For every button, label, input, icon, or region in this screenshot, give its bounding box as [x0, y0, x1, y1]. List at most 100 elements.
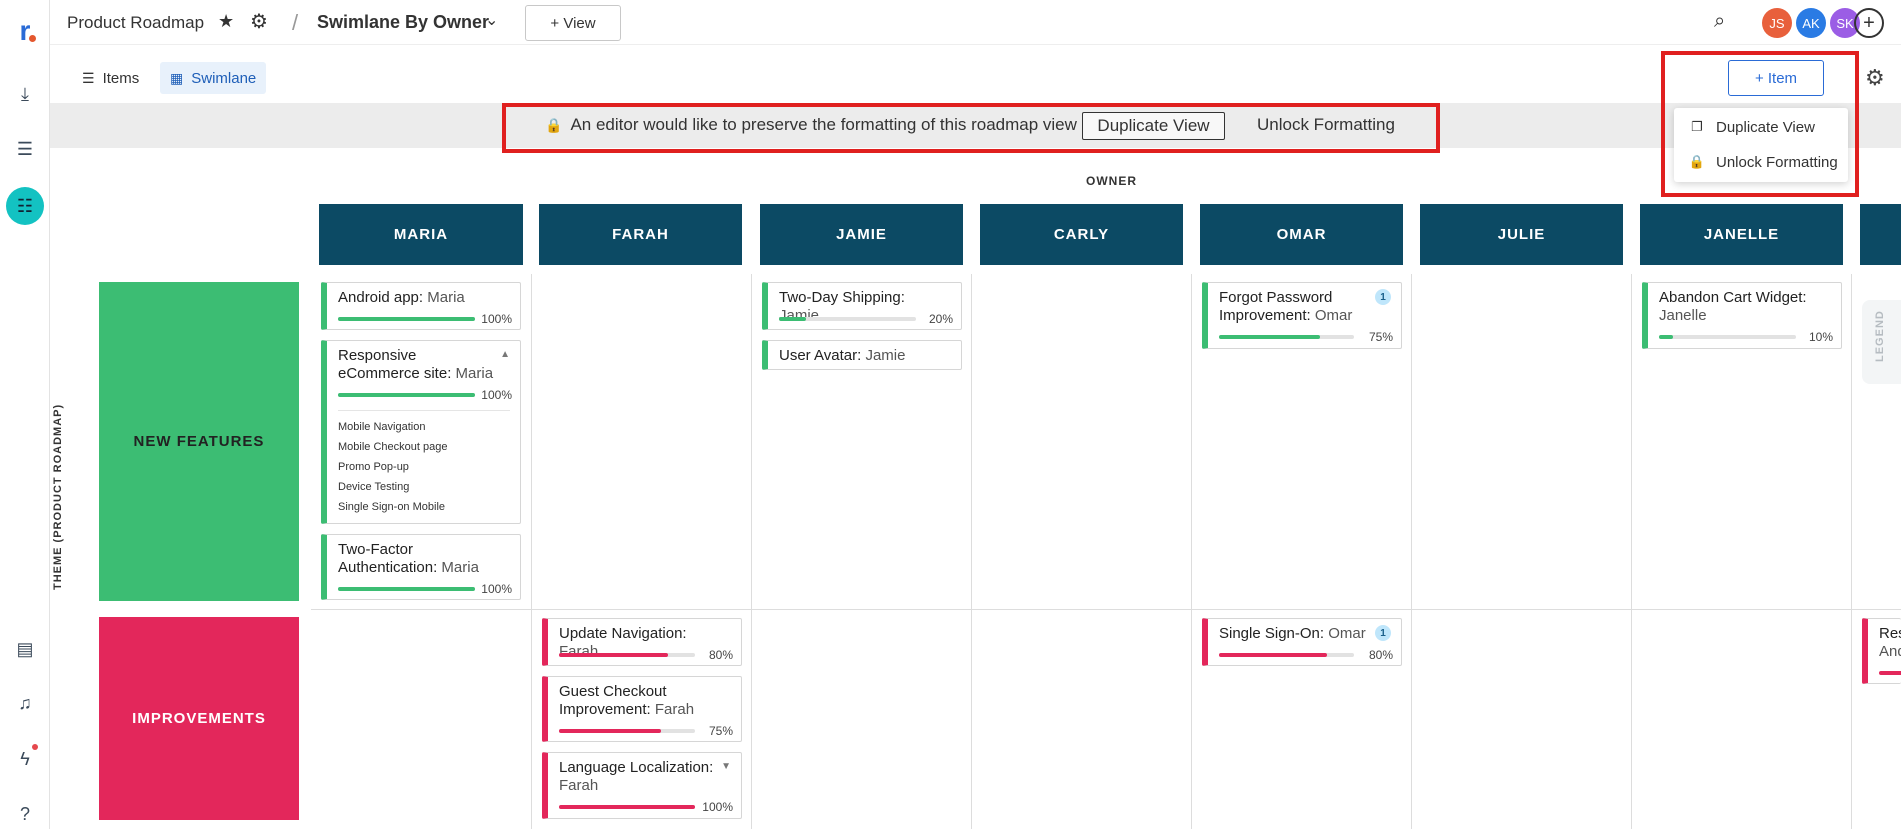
progress-bar — [1219, 653, 1354, 657]
progress-text: 100% — [481, 312, 512, 326]
roadmap-icon[interactable]: ☷ — [6, 187, 44, 225]
card-responsive-ecommerce[interactable]: Responsive eCommerce site: Maria ▲ 100% … — [321, 340, 521, 524]
avatar[interactable]: AK — [1796, 8, 1826, 38]
column-divider — [1411, 274, 1412, 829]
bell-icon[interactable]: ♫ — [10, 688, 40, 718]
column-header-maria[interactable]: MARIA — [319, 204, 523, 265]
card-guest-checkout[interactable]: Guest Checkout Improvement: Farah 75% — [542, 676, 742, 742]
card-title: User Avatar: Jamie — [779, 347, 906, 364]
sub-item[interactable]: Single Sign-on Mobile — [338, 497, 510, 517]
search-icon[interactable]: ⌕ — [1714, 10, 1725, 33]
column-header-farah[interactable]: FARAH — [539, 204, 742, 265]
star-icon[interactable]: ★ — [218, 11, 234, 32]
progress-bar — [779, 317, 916, 321]
card-language-localization[interactable]: Language Localization: Farah ▼ 100% — [542, 752, 742, 819]
logo-icon[interactable]: r — [10, 15, 40, 46]
breadcrumb-separator: / — [292, 10, 299, 35]
legend-label: LEGEND — [1874, 310, 1886, 362]
progress-text: 75% — [1368, 330, 1393, 344]
tab-items[interactable]: ☰ Items — [72, 62, 149, 94]
notification-dot — [32, 744, 38, 750]
breadcrumb[interactable]: Product Roadmap — [67, 13, 204, 33]
progress-text: 100% — [481, 388, 512, 402]
card-two-factor[interactable]: Two-Factor Authentication: Maria 100% — [321, 534, 521, 600]
collapse-caret-icon[interactable]: ▲ — [500, 349, 510, 360]
progress-text: 80% — [1368, 648, 1393, 662]
progress-text: 80% — [708, 648, 733, 662]
card-android-app[interactable]: Android app: Maria 100% — [321, 282, 521, 330]
card-title: Two-Factor Authentication: Maria — [338, 541, 479, 576]
settings-gear-icon[interactable]: ⚙ — [1865, 65, 1885, 91]
comment-badge[interactable]: 1 — [1375, 625, 1391, 641]
view-name[interactable]: Swimlane By Owner — [317, 12, 489, 33]
row-header-improvements[interactable]: IMPROVEMENTS — [99, 617, 299, 820]
card-title: Single Sign-On: Omar — [1219, 625, 1366, 642]
column-header-jamie[interactable]: JAMIE — [760, 204, 963, 265]
card-abandon-cart[interactable]: Abandon Cart Widget: Janelle 10% — [1642, 282, 1842, 349]
progress-text: 75% — [708, 724, 733, 738]
avatar[interactable]: JS — [1762, 8, 1792, 38]
card-update-navigation[interactable]: Update Navigation: Farah 80% — [542, 618, 742, 666]
progress-bar — [338, 317, 475, 321]
card-partial[interactable]: ResAnd — [1862, 618, 1901, 684]
highlight-box — [1661, 51, 1859, 197]
sub-item[interactable]: Mobile Navigation — [338, 417, 510, 437]
download-icon[interactable]: ⤓ — [10, 79, 40, 109]
card-title: ResAnd — [1879, 625, 1901, 660]
progress-text: 100% — [702, 800, 733, 814]
card-user-avatar[interactable]: User Avatar: Jamie — [762, 340, 962, 370]
sub-item[interactable]: Mobile Checkout page — [338, 437, 510, 457]
comment-badge[interactable]: 1 — [1375, 289, 1391, 305]
progress-bar — [559, 729, 695, 733]
gear-icon[interactable]: ⚙ — [250, 9, 268, 34]
top-bar: Product Roadmap ★ ⚙ / Swimlane By Owner … — [50, 0, 1901, 45]
expand-caret-icon[interactable]: ▼ — [721, 761, 731, 772]
progress-text: 20% — [928, 312, 953, 326]
legend-tab[interactable]: LEGEND — [1862, 300, 1901, 384]
tab-label: Items — [102, 69, 140, 87]
column-header-carly[interactable]: CARLY — [980, 204, 1183, 265]
sub-item[interactable]: Device Testing — [338, 477, 510, 497]
progress-text: 100% — [481, 582, 512, 596]
card-title: Guest Checkout Improvement: Farah — [559, 683, 695, 718]
chevron-down-icon[interactable]: ⌄ — [485, 10, 498, 30]
column-divider — [1631, 274, 1632, 829]
progress-bar — [559, 653, 695, 657]
grid-icon: ▦ — [170, 69, 184, 86]
column-divider — [1851, 274, 1852, 829]
theme-axis-label: THEME (PRODUCT ROADMAP) — [52, 403, 64, 590]
column-divider — [1191, 274, 1192, 829]
progress-bar — [1219, 335, 1354, 339]
progress-text: 10% — [1808, 330, 1833, 344]
highlight-box — [502, 103, 1440, 153]
row-header-new-features[interactable]: NEW FEATURES — [99, 282, 299, 601]
tab-swimlane[interactable]: ▦ Swimlane — [160, 62, 267, 94]
contacts-icon[interactable]: ▤ — [10, 634, 40, 664]
list-icon[interactable]: ☰ — [10, 134, 40, 164]
progress-bar — [1659, 335, 1796, 339]
tab-label: Swimlane — [191, 69, 257, 87]
sub-item-list: Mobile Navigation Mobile Checkout page P… — [338, 410, 510, 517]
owner-axis-label: OWNER — [1086, 174, 1137, 188]
card-single-sign-on[interactable]: Single Sign-On: Omar 1 80% — [1202, 618, 1402, 666]
progress-bar — [1879, 671, 1901, 675]
column-header-omar[interactable]: OMAR — [1200, 204, 1403, 265]
column-divider — [751, 274, 752, 829]
column-header-julie[interactable]: JULIE — [1420, 204, 1623, 265]
column-divider — [971, 274, 972, 829]
card-title: Language Localization: Farah — [559, 759, 714, 794]
left-rail: r ⤓ ☰ ☷ ▤ ♫ ϟ ? — [0, 0, 50, 829]
progress-bar — [338, 587, 475, 591]
add-view-button[interactable]: + View — [525, 5, 621, 41]
card-title: Android app: Maria — [338, 289, 465, 306]
toolbar: ☰ Items ▦ Swimlane + Item ⚙ ⤢ — [50, 45, 1901, 103]
card-two-day-shipping[interactable]: Two-Day Shipping: Jamie 20% — [762, 282, 962, 330]
card-forgot-password[interactable]: Forgot Password Improvement: Omar 1 75% — [1202, 282, 1402, 349]
help-icon[interactable]: ? — [10, 799, 40, 829]
add-user-button[interactable]: + — [1854, 8, 1884, 38]
column-header-overflow — [1860, 204, 1901, 265]
card-title: Responsive eCommerce site: Maria — [338, 347, 494, 382]
column-header-janelle[interactable]: JANELLE — [1640, 204, 1843, 265]
sub-item[interactable]: Promo Pop-up — [338, 457, 510, 477]
progress-bar — [559, 805, 695, 809]
